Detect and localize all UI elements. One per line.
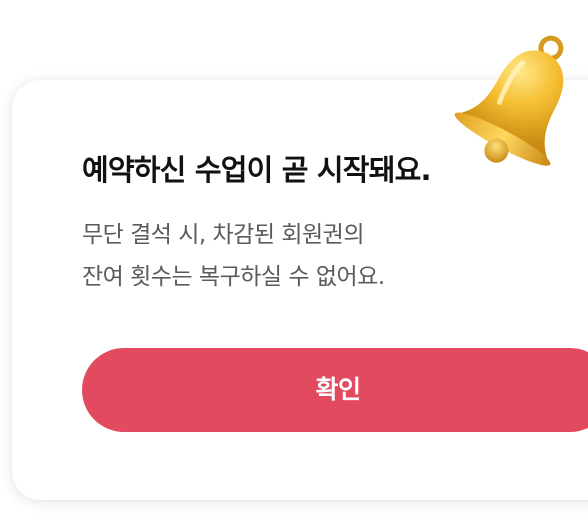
dialog-message: 무단 결석 시, 차감된 회원권의 잔여 횟수는 복구하실 수 없어요. — [82, 214, 385, 298]
bell-icon — [454, 35, 564, 166]
confirm-button-label: 확인 — [315, 375, 361, 404]
confirm-button[interactable]: 확인 — [82, 348, 588, 432]
screen: 예약하신 수업이 곧 시작돼요. 무단 결석 시, 차감된 회원권의 잔여 횟수… — [0, 0, 588, 522]
message-line-1: 무단 결석 시, 차감된 회원권의 — [82, 222, 364, 248]
dialog-title: 예약하신 수업이 곧 시작돼요. — [82, 153, 431, 187]
message-line-2: 잔여 횟수는 복구하실 수 없어요. — [82, 264, 385, 290]
